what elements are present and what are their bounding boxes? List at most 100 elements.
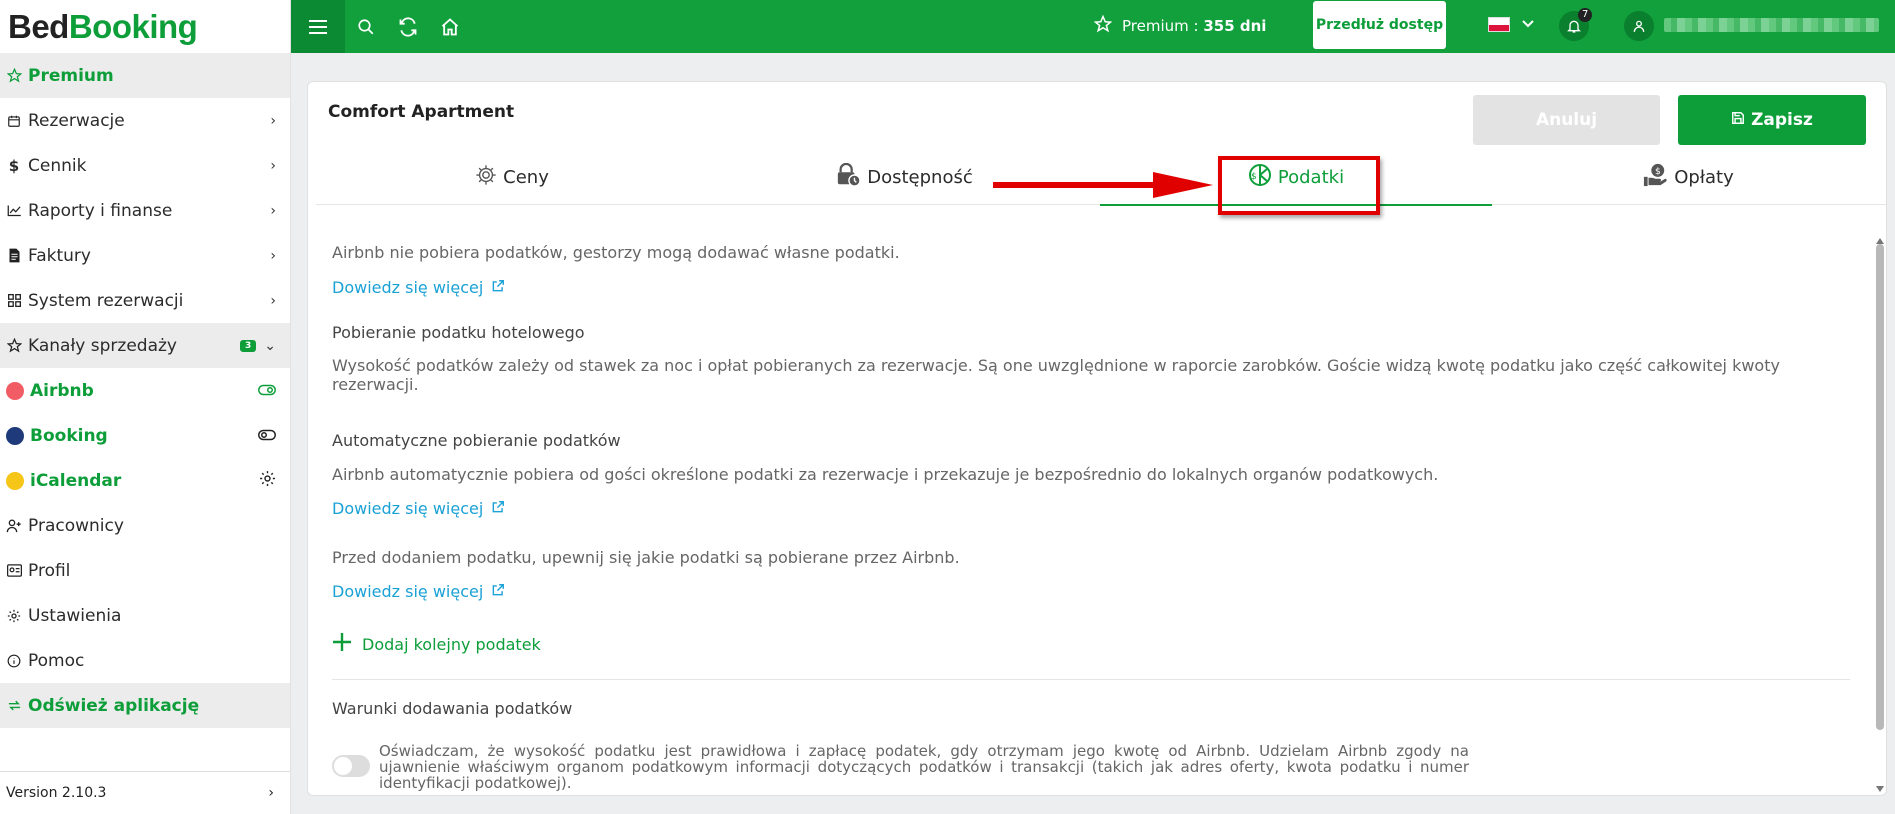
learn-more-link-3[interactable]: Dowiedz się więcej <box>332 582 505 601</box>
declaration-toggle[interactable] <box>332 755 370 777</box>
star-icon <box>2 68 26 83</box>
annotation-arrow <box>993 172 1213 198</box>
sidebar-item-label: Cennik <box>28 155 87 176</box>
polish-flag-icon[interactable] <box>1488 17 1510 32</box>
sidebar-item-system[interactable]: System rezerwacji › <box>0 278 290 323</box>
sidebar-item-profil[interactable]: Profil <box>0 548 290 593</box>
sidebar-item-label: Pomoc <box>28 650 85 671</box>
version-label: Version 2.10.3 <box>6 785 107 801</box>
gear-icon[interactable] <box>259 470 276 492</box>
toggle-on-icon[interactable] <box>258 381 276 401</box>
toggle-off-icon[interactable] <box>258 426 276 446</box>
chevron-right-icon: › <box>270 292 276 309</box>
divider <box>332 679 1850 680</box>
tab-oplaty[interactable]: $ Opłaty <box>1492 150 1884 205</box>
cancel-button[interactable]: Anuluj <box>1473 95 1660 145</box>
save-button[interactable]: Zapisz <box>1678 95 1866 145</box>
add-tax-label: Dodaj kolejny podatek <box>362 634 541 654</box>
hotel-tax-text: Wysokość podatków zależy od stawek za no… <box>332 356 1780 394</box>
sidebar-item-cennik[interactable]: $ Cennik › <box>0 143 290 188</box>
sidebar-item-kanaly[interactable]: Kanały sprzedaży 3 ⌄ <box>0 323 290 368</box>
booking-dot-icon <box>6 426 24 445</box>
learn-more-link-2[interactable]: Dowiedz się więcej <box>332 499 505 518</box>
scrollbar-thumb[interactable] <box>1876 244 1884 730</box>
sidebar-item-label: Profil <box>28 560 71 581</box>
floppy-icon <box>1731 110 1745 130</box>
refresh-icon <box>2 698 26 713</box>
sidebar-item-ustawienia[interactable]: Ustawienia <box>0 593 290 638</box>
extend-access-button[interactable]: Przedłuż dostęp <box>1313 1 1446 49</box>
info-icon <box>2 654 26 668</box>
sidebar-item-pomoc[interactable]: Pomoc <box>0 638 290 683</box>
sidebar-item-pracownicy[interactable]: Pracownicy <box>0 503 290 548</box>
tab-label: Podatki <box>1277 167 1345 188</box>
premium-label: Premium : <box>1122 17 1204 35</box>
sidebar-item-rezerwacje[interactable]: Rezerwacje › <box>0 98 290 143</box>
logo-part-booking: Booking <box>68 7 198 45</box>
hotel-tax-heading: Pobieranie podatku hotelowego <box>332 323 585 342</box>
profile-icon <box>2 564 26 577</box>
auto-tax-text: Airbnb automatycznie pobiera od gości ok… <box>332 465 1439 484</box>
sidebar-item-label: Kanały sprzedaży <box>28 335 177 356</box>
topbar: Premium : 355 dni Przedłuż dostęp 7 <box>291 0 1895 53</box>
scroll-down-icon[interactable] <box>1875 778 1885 797</box>
learn-more-link-1[interactable]: Dowiedz się więcej <box>332 278 505 297</box>
sidebar-item-label: Pracownicy <box>28 515 124 536</box>
auto-tax-heading: Automatyczne pobieranie podatków <box>332 431 621 450</box>
sidebar-item-label: Premium <box>28 65 114 86</box>
icalendar-dot-icon <box>6 471 24 490</box>
channel-count-badge: 3 <box>240 339 257 352</box>
sidebar-item-label: iCalendar <box>30 470 122 491</box>
star-icon <box>1093 14 1113 37</box>
sidebar-item-label: Odśwież aplikację <box>28 695 200 716</box>
before-adding-text: Przed dodaniem podatku, upewnij się jaki… <box>332 548 960 567</box>
sidebar-item-premium[interactable]: Premium <box>0 53 290 98</box>
calendar-icon <box>2 114 26 128</box>
link-label: Dowiedz się więcej <box>332 278 484 297</box>
sidebar-item-label: Faktury <box>28 245 91 266</box>
conditions-heading: Warunki dodawania podatków <box>332 699 573 718</box>
external-link-icon <box>491 499 505 518</box>
tab-label: Ceny <box>503 167 549 188</box>
property-card: Comfort Apartment Anuluj Zapisz Ceny Dos… <box>307 81 1887 796</box>
svg-text:$: $ <box>1655 166 1661 177</box>
content-scrollbar[interactable] <box>1873 230 1885 792</box>
tab-ceny[interactable]: Ceny <box>316 150 708 205</box>
logo[interactable]: Bed Booking <box>0 0 290 53</box>
version-bar[interactable]: Version 2.10.3 › <box>0 771 290 814</box>
refresh-icon[interactable] <box>387 0 429 53</box>
premium-days: 355 dni <box>1203 17 1267 35</box>
chevron-right-icon: › <box>270 112 276 129</box>
page-title: Comfort Apartment <box>328 102 515 122</box>
sidebar: Bed Booking Premium Rezerwacje › $ Cennik… <box>0 0 291 814</box>
link-label: Dowiedz się więcej <box>332 499 484 518</box>
sidebar-item-refresh[interactable]: Odśwież aplikację <box>0 683 290 728</box>
sidebar-item-icalendar[interactable]: iCalendar <box>0 458 290 503</box>
user-plus-icon <box>2 518 26 533</box>
user-name-redacted[interactable] <box>1664 18 1879 32</box>
sidebar-item-label: Rezerwacje <box>28 110 125 131</box>
chevron-right-icon: › <box>268 785 274 801</box>
external-link-icon <box>491 582 505 601</box>
search-icon[interactable] <box>345 0 387 53</box>
lock-clock-icon <box>835 162 861 192</box>
sidebar-item-airbnb[interactable]: Airbnb <box>0 368 290 413</box>
home-icon[interactable] <box>429 0 471 53</box>
tab-label: Opłaty <box>1674 167 1734 188</box>
chevron-right-icon: › <box>270 247 276 264</box>
sidebar-item-faktury[interactable]: Faktury › <box>0 233 290 278</box>
sidebar-item-booking[interactable]: Booking <box>0 413 290 458</box>
user-avatar-icon[interactable] <box>1624 11 1654 41</box>
chevron-down-icon: ⌄ <box>264 337 276 354</box>
chevron-right-icon: › <box>270 157 276 174</box>
chart-icon <box>2 204 26 217</box>
external-link-icon <box>491 278 505 297</box>
sidebar-item-label: Booking <box>30 425 108 446</box>
sidebar-nav: Premium Rezerwacje › $ Cennik › Raporty … <box>0 53 290 728</box>
sidebar-item-label: Ustawienia <box>28 605 122 626</box>
chevron-down-icon[interactable] <box>1521 14 1535 38</box>
hamburger-menu-icon[interactable] <box>291 0 345 53</box>
sidebar-item-raporty[interactable]: Raporty i finanse › <box>0 188 290 233</box>
hand-coin-icon: $ <box>1642 163 1668 192</box>
add-tax-button[interactable]: Dodaj kolejny podatek <box>332 632 541 656</box>
